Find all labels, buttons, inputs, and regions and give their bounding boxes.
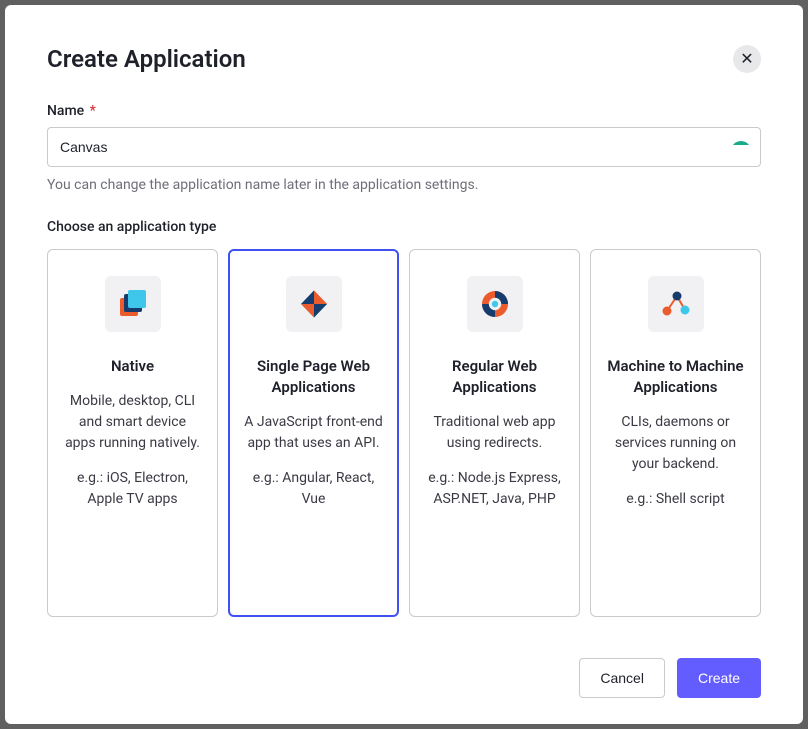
name-input[interactable] (47, 127, 761, 167)
card-title: Regular Web Applications (424, 356, 565, 398)
app-type-card-regular-web[interactable]: Regular Web Applications Traditional web… (409, 249, 580, 617)
card-desc: Mobile, desktop, CLI and smart device ap… (62, 391, 203, 454)
m2m-icon (648, 276, 704, 332)
regular-web-icon (467, 276, 523, 332)
create-button[interactable]: Create (677, 658, 761, 698)
modal-footer: Cancel Create (47, 638, 761, 698)
card-example: e.g.: Shell script (605, 489, 746, 510)
card-example: e.g.: Angular, React, Vue (243, 468, 384, 510)
app-type-section: Choose an application type Native Mobile… (47, 219, 761, 617)
app-type-cards: Native Mobile, desktop, CLI and smart de… (47, 249, 761, 617)
name-label: Name * (47, 103, 761, 119)
modal-header: Create Application ✕ (47, 45, 761, 73)
input-status-icon (731, 135, 751, 159)
card-desc: A JavaScript front-end app that uses an … (243, 412, 384, 454)
app-type-label: Choose an application type (47, 219, 761, 235)
name-hint: You can change the application name late… (47, 177, 761, 193)
card-title: Machine to Machine Applications (605, 356, 746, 398)
name-input-wrap (47, 127, 761, 167)
cancel-button[interactable]: Cancel (579, 658, 665, 698)
required-indicator: * (90, 103, 96, 119)
card-example: e.g.: iOS, Electron, Apple TV apps (62, 468, 203, 510)
card-desc: Traditional web app using redirects. (424, 412, 565, 454)
name-section: Name * You can change the application na… (47, 103, 761, 193)
modal-title: Create Application (47, 45, 246, 73)
app-type-card-native[interactable]: Native Mobile, desktop, CLI and smart de… (47, 249, 218, 617)
card-title: Native (62, 356, 203, 377)
app-type-card-spa[interactable]: Single Page Web Applications A JavaScrip… (228, 249, 399, 617)
create-application-modal: Create Application ✕ Name * You can chan… (5, 5, 803, 724)
name-label-text: Name (47, 103, 84, 119)
card-example: e.g.: Node.js Express, ASP.NET, Java, PH… (424, 468, 565, 510)
card-title: Single Page Web Applications (243, 356, 384, 398)
app-type-card-m2m[interactable]: Machine to Machine Applications CLIs, da… (590, 249, 761, 617)
close-icon: ✕ (740, 49, 753, 69)
card-desc: CLIs, daemons or services running on you… (605, 412, 746, 475)
spa-icon (286, 276, 342, 332)
close-button[interactable]: ✕ (733, 45, 761, 73)
native-icon (105, 276, 161, 332)
